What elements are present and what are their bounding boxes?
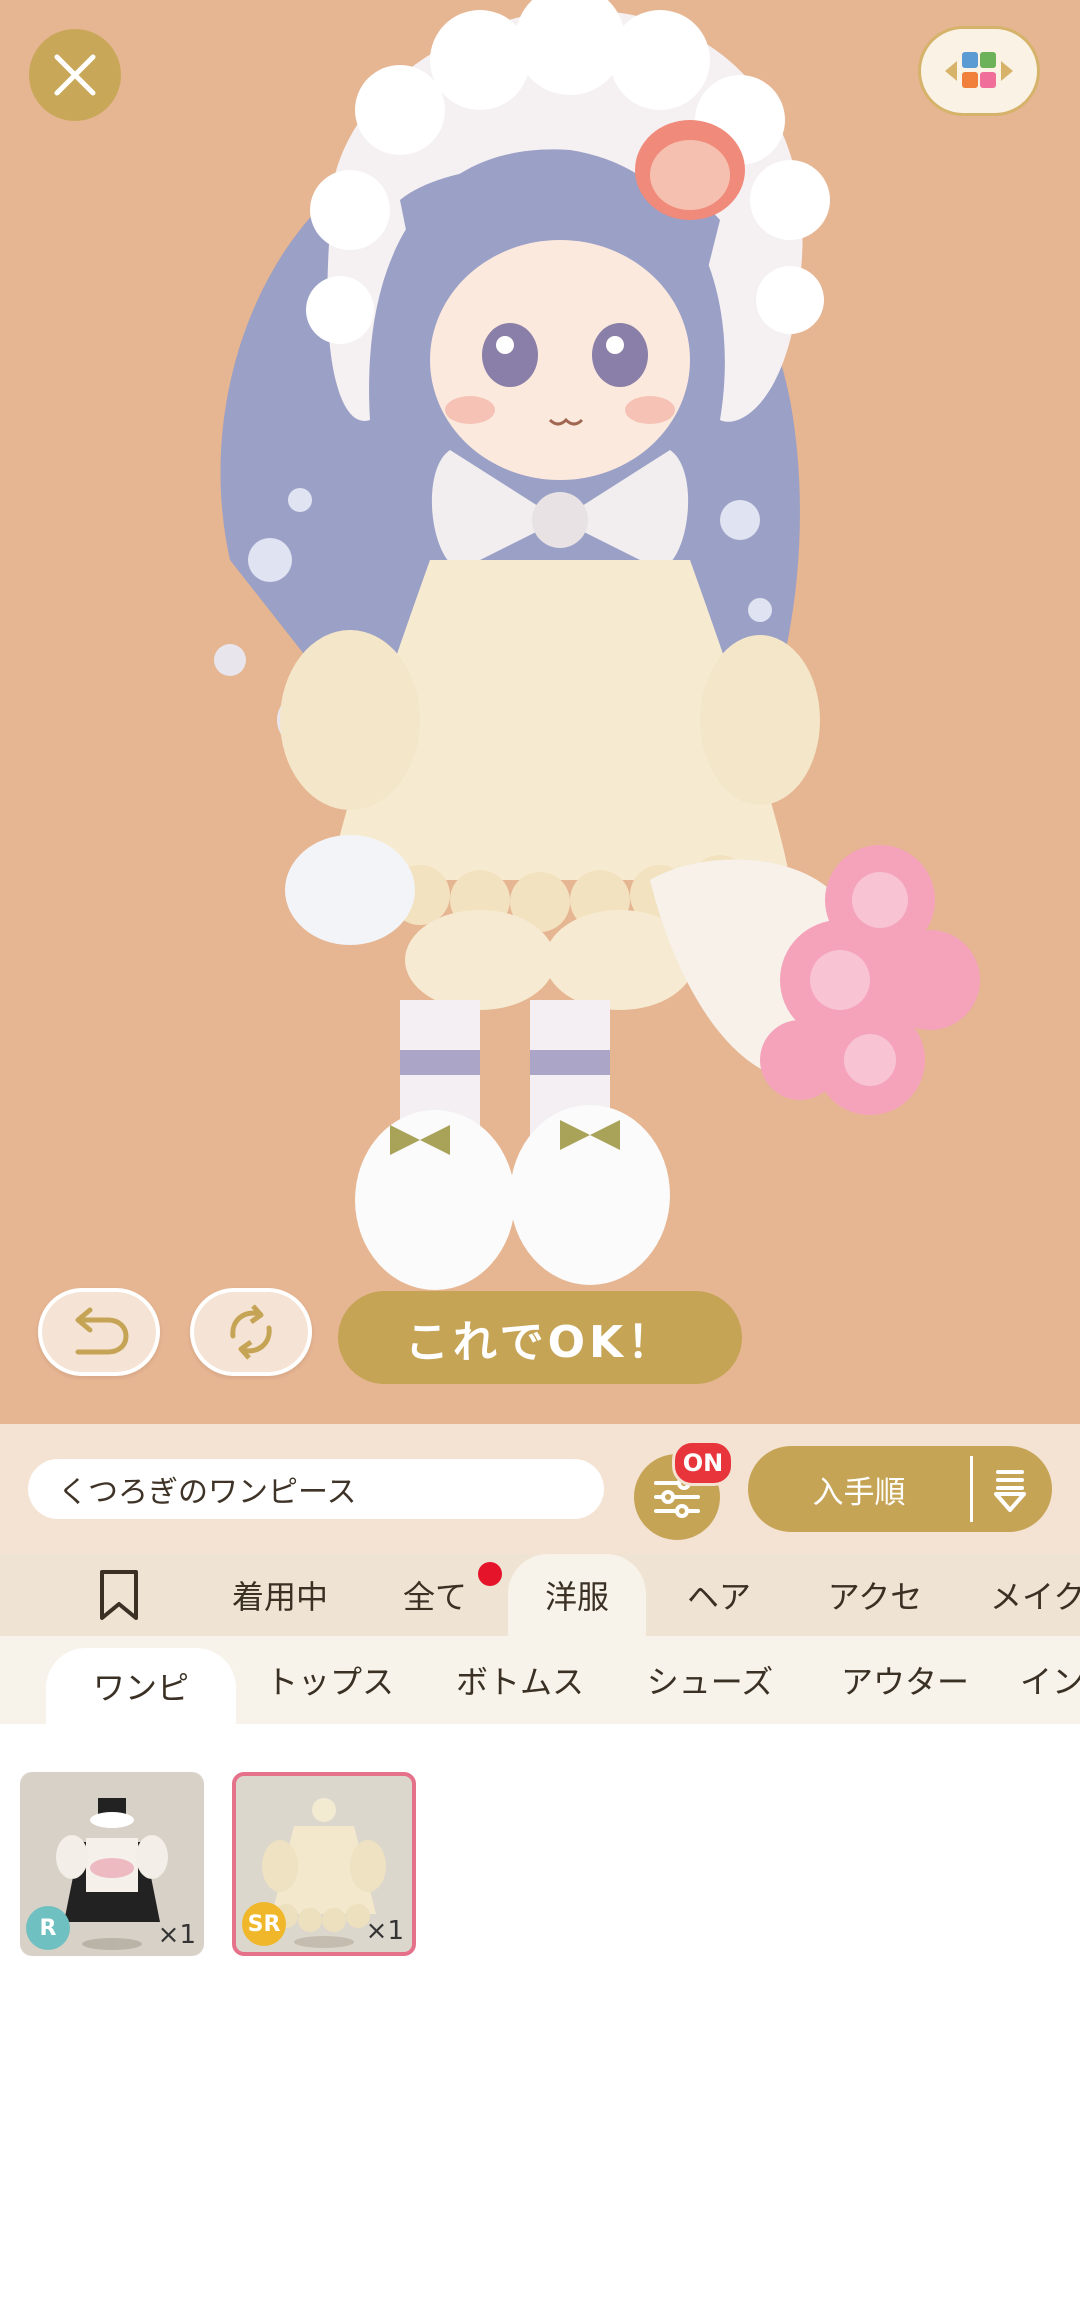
tab-makeup[interactable]: メイク xyxy=(990,1554,1080,1636)
rarity-badge: R xyxy=(26,1906,70,1950)
close-button[interactable] xyxy=(29,29,121,121)
bookmark-icon xyxy=(100,1570,138,1620)
tab-all[interactable]: 全て xyxy=(380,1554,490,1636)
rarity-badge: SR xyxy=(242,1902,286,1946)
sort-order-icon xyxy=(994,1470,1026,1512)
sort-button[interactable]: 入手順 xyxy=(748,1446,1052,1532)
refresh-icon xyxy=(230,1304,272,1360)
undo-icon xyxy=(75,1307,129,1355)
refresh-button[interactable] xyxy=(190,1288,312,1376)
subtab-tops[interactable]: トップス xyxy=(250,1636,410,1724)
tab-wearing[interactable]: 着用中 xyxy=(210,1554,350,1636)
sort-divider xyxy=(970,1456,973,1522)
item-card-selected[interactable]: SR ×1 xyxy=(232,1772,416,1956)
filter-on-badge: ON xyxy=(672,1440,734,1486)
subtab-outer[interactable]: アウター xyxy=(820,1636,990,1724)
tab-clothes[interactable]: 洋服 xyxy=(508,1554,646,1636)
item-card[interactable]: R ×1 xyxy=(20,1772,204,1956)
category-tabs: 着用中 全て 洋服 ヘア アクセ メイク xyxy=(0,1554,1080,1636)
color-switch-button[interactable] xyxy=(918,26,1040,116)
avatar-illustration xyxy=(214,0,980,1290)
search-input[interactable] xyxy=(28,1459,604,1519)
subcategory-tabs: ワンピ トップス ボトムス シューズ アウター インナー xyxy=(0,1636,1080,1724)
item-count: ×1 xyxy=(365,1916,404,1946)
close-icon xyxy=(54,54,96,96)
tab-hair[interactable]: ヘア xyxy=(664,1554,774,1636)
undo-button[interactable] xyxy=(38,1288,160,1376)
subtab-bottoms[interactable]: ボトムス xyxy=(440,1636,600,1724)
avatar-stage: これでOK！ xyxy=(0,0,1080,1424)
subtab-shoes[interactable]: シューズ xyxy=(630,1636,790,1724)
confirm-ok-button[interactable]: これでOK！ xyxy=(338,1291,742,1384)
item-count: ×1 xyxy=(157,1920,196,1950)
tab-all-notification-dot xyxy=(478,1562,502,1586)
sort-label: 入手順 xyxy=(812,1474,906,1511)
search-bar: ON 入手順 xyxy=(0,1424,1080,1554)
tab-bookmark[interactable] xyxy=(80,1554,158,1636)
subtab-onepiece[interactable]: ワンピ xyxy=(46,1648,236,1724)
color-grid-icon xyxy=(945,52,1013,88)
subtab-inner[interactable]: インナー xyxy=(1020,1636,1080,1724)
tab-accessories[interactable]: アクセ xyxy=(810,1554,940,1636)
